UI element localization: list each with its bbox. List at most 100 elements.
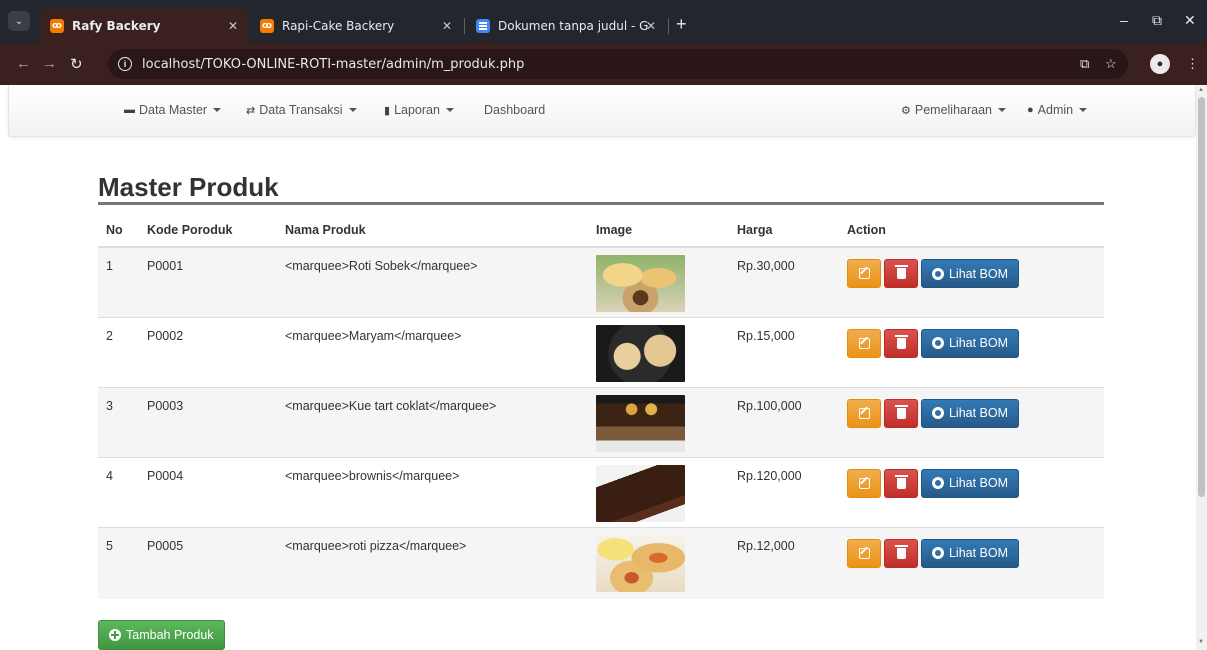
eye-icon	[931, 267, 944, 280]
close-window-icon[interactable]: ✕	[1184, 12, 1196, 29]
delete-button[interactable]	[884, 398, 918, 428]
nav-label: Dashboard	[484, 103, 546, 117]
eye-icon	[931, 547, 944, 559]
product-image	[596, 464, 685, 522]
trash-icon	[894, 544, 908, 559]
back-icon[interactable]: ←	[16, 55, 31, 72]
kebab-menu-icon[interactable]: ⋮	[1186, 56, 1199, 72]
delete-button[interactable]	[884, 328, 918, 358]
tab-dokumen[interactable]: Dokumen tanpa judul - Google ✕	[466, 8, 666, 43]
cell-no: 2	[98, 316, 139, 387]
nav-pemeliharaan[interactable]: ⚙ Pemeliharaan	[901, 103, 1007, 117]
tab-rafy-backery[interactable]: ꝏ Rafy Backery ✕	[40, 8, 248, 43]
maximize-icon[interactable]: ⧉	[1152, 12, 1162, 29]
cell-nama: <marquee>brownis</marquee>	[277, 456, 588, 527]
lihat-bom-button[interactable]: Lihat BOM	[921, 468, 1019, 498]
nav-laporan[interactable]: ▮ Laporan	[384, 103, 454, 117]
edit-button[interactable]	[847, 398, 881, 428]
cell-no: 4	[98, 456, 139, 527]
header-nama: Nama Produk	[277, 213, 588, 248]
cell-kode: P0004	[139, 456, 277, 527]
header-no: No	[98, 213, 139, 248]
tab-close-icon[interactable]: ✕	[442, 19, 452, 33]
tab-close-icon[interactable]: ✕	[646, 19, 656, 33]
lihat-bom-button[interactable]: Lihat BOM	[921, 259, 1019, 288]
bookmark-star-icon[interactable]: ☆	[1105, 56, 1117, 72]
nav-data-master[interactable]: ▬ Data Master	[124, 103, 222, 117]
nav-label: Pemeliharaan	[914, 103, 993, 117]
scroll-up-icon[interactable]: ▲	[1198, 87, 1204, 93]
cell-action: Lihat BOM	[839, 526, 1104, 599]
lihat-bom-button[interactable]: Lihat BOM	[921, 328, 1019, 358]
edit-button[interactable]	[847, 259, 881, 288]
lihat-bom-button[interactable]: Lihat BOM	[921, 538, 1019, 568]
nav-label: Laporan	[394, 103, 440, 117]
nav-dashboard[interactable]: Dashboard	[484, 103, 545, 117]
page-scrollbar[interactable]: ▲ ▼	[1196, 85, 1207, 650]
cell-no: 3	[98, 386, 139, 457]
cell-no: 5	[98, 526, 139, 599]
cell-nama: <marquee>Kue tart coklat</marquee>	[277, 386, 588, 457]
edit-icon	[858, 407, 870, 419]
delete-button[interactable]	[884, 468, 918, 498]
site-info-icon[interactable]: i	[118, 57, 132, 71]
profile-icon[interactable]: ●	[1150, 54, 1170, 74]
cell-nama: <marquee>Roti Sobek</marquee>	[277, 246, 588, 317]
cell-image	[588, 316, 729, 387]
reload-icon[interactable]: ↻	[70, 55, 83, 73]
address-bar[interactable]: i localhost/TOKO-ONLINE-ROTI-master/admi…	[108, 49, 1128, 79]
cell-nama: <marquee>roti pizza</marquee>	[277, 526, 588, 599]
tab-search-icon[interactable]: ⌄	[8, 11, 30, 31]
edit-button[interactable]	[847, 468, 881, 498]
cell-harga: Rp.30,000	[729, 246, 839, 317]
nav-data-transaksi[interactable]: ⇄ Data Transaksi	[246, 103, 357, 117]
header-image: Image	[588, 213, 729, 248]
forward-icon[interactable]: →	[42, 55, 57, 72]
delete-button[interactable]	[884, 259, 918, 288]
lihat-bom-label: Lihat BOM	[948, 546, 1009, 560]
tab-title: Rapi-Cake Backery	[282, 18, 395, 33]
edit-button[interactable]	[847, 538, 881, 568]
table-row: 4 P0004 <marquee>brownis</marquee> Rp.12…	[98, 456, 1104, 527]
product-table: No Kode Poroduk Nama Produk Image Harga …	[98, 213, 1104, 599]
title-divider	[98, 202, 1104, 205]
lihat-bom-button[interactable]: Lihat BOM	[921, 398, 1019, 428]
browser-toolbar: ← → ↻ i localhost/TOKO-ONLINE-ROTI-maste…	[0, 43, 1207, 85]
cell-kode: P0002	[139, 316, 277, 387]
user-icon: ●	[1027, 104, 1034, 116]
scroll-down-icon[interactable]: ▼	[1198, 639, 1204, 645]
url-text: localhost/TOKO-ONLINE-ROTI-master/admin/…	[142, 56, 525, 72]
tab-separator	[668, 18, 669, 34]
page-title: Master Produk	[98, 172, 279, 202]
product-image	[596, 394, 685, 452]
trash-icon	[894, 265, 908, 279]
browser-tabstrip: ⌄ ꝏ Rafy Backery ✕ ꝏ Rapi-Cake Backery ✕…	[0, 0, 1207, 43]
tab-close-icon[interactable]: ✕	[228, 19, 238, 33]
tambah-produk-button[interactable]: Tambah Produk	[98, 620, 225, 650]
tab-rapi-cake-backery[interactable]: ꝏ Rapi-Cake Backery ✕	[250, 8, 462, 43]
cog-icon: ⚙	[901, 104, 911, 117]
new-tab-icon[interactable]: +	[676, 14, 687, 35]
xampp-favicon-icon: ꝏ	[260, 18, 274, 33]
tambah-produk-label: Tambah Produk	[126, 628, 214, 642]
bar-chart-icon: ▮	[384, 104, 391, 117]
cell-kode: P0003	[139, 386, 277, 457]
table-row: 1 P0001 <marquee>Roti Sobek</marquee> Rp…	[98, 246, 1104, 317]
cell-action: Lihat BOM	[839, 456, 1104, 527]
tab-separator	[464, 18, 465, 34]
delete-button[interactable]	[884, 538, 918, 568]
edit-icon	[858, 547, 870, 559]
nav-admin[interactable]: ● Admin	[1027, 103, 1088, 117]
caret-down-icon	[445, 108, 454, 112]
product-image	[596, 324, 685, 382]
translate-icon[interactable]: ⧉	[1080, 56, 1089, 72]
minimize-icon[interactable]: –	[1120, 12, 1128, 28]
edit-button[interactable]	[847, 328, 881, 358]
lihat-bom-label: Lihat BOM	[948, 336, 1009, 350]
cell-action: Lihat BOM	[839, 316, 1104, 387]
scrollbar-thumb[interactable]	[1198, 97, 1205, 497]
cell-image	[588, 456, 729, 527]
top-navbar: ▬ Data Master ⇄ Data Transaksi ▮ Laporan…	[8, 85, 1196, 137]
caret-down-icon	[998, 108, 1007, 112]
header-action: Action	[839, 213, 1104, 248]
